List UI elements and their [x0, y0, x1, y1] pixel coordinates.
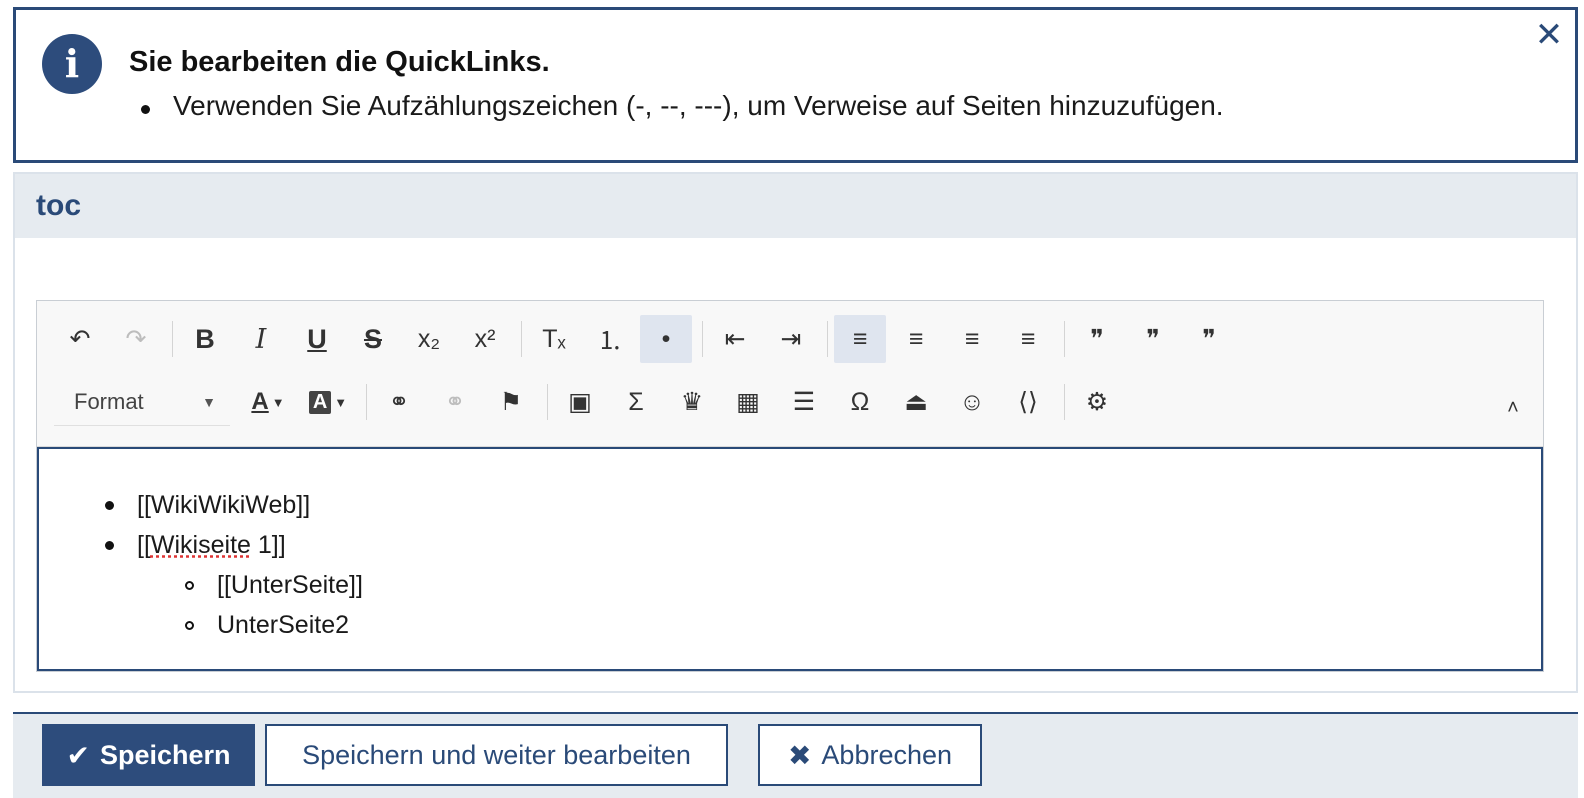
- smiley-icon[interactable]: ☺: [946, 378, 998, 426]
- cancel-button-label: Abbrechen: [821, 739, 953, 770]
- format-label: Format: [74, 388, 144, 414]
- strikethrough-button[interactable]: S: [347, 315, 399, 363]
- list-item-prefix: [[: [137, 531, 151, 559]
- special-char-omega-icon[interactable]: Ω: [834, 378, 886, 426]
- editor-panel: toc ↶ ↷ B I U S x₂ x² Tₓ ⒈ • ⇤ ⇥ ≡ ≡ ≡ ≡…: [13, 172, 1578, 693]
- eject-icon[interactable]: ⏏: [890, 378, 942, 426]
- image-icon[interactable]: ▣: [554, 378, 606, 426]
- editor-toolbar: ↶ ↷ B I U S x₂ x² Tₓ ⒈ • ⇤ ⇥ ≡ ≡ ≡ ≡ ❞ ❞…: [37, 301, 1543, 447]
- align-center-icon[interactable]: ≡: [890, 315, 942, 363]
- rich-text-editor: ↶ ↷ B I U S x₂ x² Tₓ ⒈ • ⇤ ⇥ ≡ ≡ ≡ ≡ ❞ ❞…: [36, 300, 1544, 672]
- horizontal-rule-icon[interactable]: ☰: [778, 378, 830, 426]
- content-list: [[WikiWikiWeb]] [[Wikiseite 1]] [[UnterS…: [101, 485, 1541, 645]
- list-item: [[Wikiseite 1]] [[UnterSeite]] UnterSeit…: [101, 525, 1541, 645]
- italic-icon: I: [255, 323, 267, 355]
- toolbar-separator: [547, 384, 548, 420]
- numbered-list-icon[interactable]: ⒈: [584, 315, 636, 363]
- toolbar-separator: [366, 384, 367, 420]
- align-left-icon[interactable]: ≡: [834, 315, 886, 363]
- plugin-helmet-icon[interactable]: ♛: [666, 378, 718, 426]
- bulleted-list-icon[interactable]: •: [640, 315, 692, 363]
- toolbar-separator: [827, 321, 828, 357]
- toolbar-row-1: ↶ ↷ B I U S x₂ x² Tₓ ⒈ • ⇤ ⇥ ≡ ≡ ≡ ≡ ❞ ❞…: [54, 315, 1239, 363]
- underline-icon: U: [307, 323, 327, 354]
- toolbar-separator: [521, 321, 522, 357]
- link-icon[interactable]: ⚭: [373, 378, 425, 426]
- content-sublist: [[UnterSeite]] UnterSeite2: [181, 565, 1541, 645]
- chevron-down-icon: ▼: [271, 394, 285, 410]
- close-icon: ✖: [787, 739, 812, 771]
- sublist-item: [[UnterSeite]]: [181, 565, 1541, 605]
- redo-icon[interactable]: ↷: [110, 315, 162, 363]
- toolbar-separator: [1064, 321, 1065, 357]
- italic-button[interactable]: I: [235, 315, 287, 363]
- math-sigma-icon[interactable]: Σ: [610, 378, 662, 426]
- blockquote-remove-icon[interactable]: ❞: [1183, 315, 1235, 363]
- collapse-toolbar-icon[interactable]: ˄: [1498, 393, 1528, 423]
- text-color-icon: A: [251, 388, 269, 415]
- remove-format-icon[interactable]: Tₓ: [528, 315, 580, 363]
- bold-icon: B: [195, 323, 215, 354]
- info-icon: i: [42, 34, 102, 94]
- justify-icon[interactable]: ≡: [1002, 315, 1054, 363]
- list-item: [[WikiWikiWeb]]: [101, 485, 1541, 525]
- save-and-continue-button[interactable]: Speichern und weiter bearbeiten: [265, 724, 728, 786]
- spellcheck-word: Wikiseite: [150, 531, 251, 559]
- blockquote-icon[interactable]: ❞: [1071, 315, 1123, 363]
- blockquote-split-icon[interactable]: ❞: [1127, 315, 1179, 363]
- chevron-down-icon: ▼: [334, 394, 348, 410]
- sublist-item: UnterSeite2: [181, 605, 1541, 645]
- editor-content-area[interactable]: [[WikiWikiWeb]] [[Wikiseite 1]] [[UnterS…: [37, 447, 1543, 671]
- align-right-icon[interactable]: ≡: [946, 315, 998, 363]
- info-notice: i Sie bearbeiten die QuickLinks. Verwend…: [13, 7, 1578, 163]
- superscript-icon[interactable]: x²: [459, 315, 511, 363]
- check-icon: ✔: [66, 739, 90, 771]
- anchor-flag-icon[interactable]: ⚑: [485, 378, 537, 426]
- save-and-continue-label: Speichern und weiter bearbeiten: [302, 739, 691, 770]
- cancel-button[interactable]: ✖ Abbrechen: [758, 724, 982, 786]
- subscript-icon[interactable]: x₂: [403, 315, 455, 363]
- toolbar-separator: [1064, 384, 1065, 420]
- list-item-suffix: 1]]: [250, 531, 286, 559]
- plugin-gear-icon[interactable]: ⚙: [1071, 378, 1123, 426]
- form-actions: ✔ Speichern Speichern und weiter bearbei…: [13, 712, 1578, 798]
- indent-icon[interactable]: ⇥: [765, 315, 817, 363]
- background-color-button[interactable]: A ▼: [300, 378, 356, 426]
- toolbar-separator: [172, 321, 173, 357]
- notice-list: Verwenden Sie Aufzählungszeichen (-, --,…: [129, 90, 1224, 122]
- outdent-icon[interactable]: ⇤: [709, 315, 761, 363]
- format-dropdown[interactable]: Format ▼: [54, 378, 230, 426]
- strikethrough-icon: S: [363, 323, 382, 354]
- chevron-down-icon: ▼: [202, 393, 216, 410]
- toolbar-row-2: Format ▼ A ▼ A ▼ ⚭ ⚭ ⚑ ▣ Σ ♛ ▦ ☰ Ω ⏏ ☺ ⟨…: [54, 378, 1127, 426]
- source-code-icon[interactable]: ⟨⟩: [1002, 378, 1054, 426]
- save-button-label: Speichern: [99, 739, 231, 770]
- background-color-icon: A: [308, 390, 332, 414]
- text-color-button[interactable]: A ▼: [240, 378, 296, 426]
- bold-button[interactable]: B: [179, 315, 231, 363]
- undo-icon[interactable]: ↶: [54, 315, 106, 363]
- close-icon[interactable]: ✕: [1533, 18, 1565, 52]
- toolbar-separator: [702, 321, 703, 357]
- unlink-icon[interactable]: ⚭: [429, 378, 481, 426]
- panel-title: toc: [15, 174, 1576, 238]
- table-icon[interactable]: ▦: [722, 378, 774, 426]
- notice-list-item: Verwenden Sie Aufzählungszeichen (-, --,…: [129, 90, 1224, 122]
- underline-button[interactable]: U: [291, 315, 343, 363]
- notice-title: Sie bearbeiten die QuickLinks.: [129, 46, 550, 78]
- save-button[interactable]: ✔ Speichern: [42, 724, 255, 786]
